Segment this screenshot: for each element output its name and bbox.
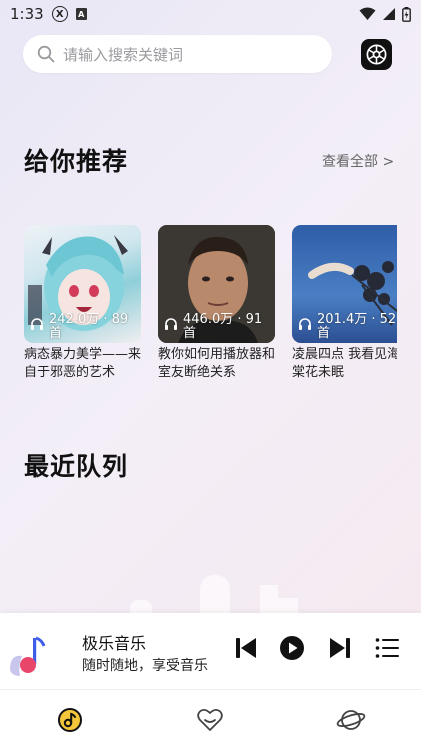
playlist-card[interactable]: 446.0万 · 91首 教你如何用播放器和室友断绝关系	[158, 225, 275, 380]
tab-music[interactable]	[55, 705, 85, 735]
settings-icon	[366, 44, 387, 65]
battery-icon	[402, 6, 411, 22]
playlist-title: 凌晨四点 我看见海棠花未眠	[292, 347, 397, 380]
playlist-button[interactable]	[374, 635, 400, 661]
playlist-title: 病态暴力美学——来自于邪恶的艺术	[24, 347, 141, 380]
skip-previous-icon	[236, 638, 256, 658]
playlist-icon	[375, 638, 399, 658]
playlist-stat: 242.0万 · 89首	[30, 313, 137, 341]
recent-queue-title: 最近队列	[24, 452, 129, 481]
player-subtitle: 随时随地，享受音乐	[82, 658, 208, 674]
background-decoration	[260, 585, 278, 613]
signal-icon	[383, 8, 395, 20]
headphones-icon	[299, 318, 311, 330]
wifi-icon	[359, 7, 376, 20]
play-button[interactable]	[279, 635, 305, 661]
playlist-cover: 242.0万 · 89首	[24, 225, 141, 343]
music-disc-icon	[58, 708, 82, 732]
x-app-icon: X	[51, 6, 68, 22]
a-app-icon: A	[75, 8, 87, 20]
play-icon	[280, 636, 304, 660]
playlist-cover: 201.4万 · 52首	[292, 225, 397, 343]
settings-button[interactable]	[361, 39, 392, 70]
background-decoration	[130, 600, 152, 613]
playlist-cover: 446.0万 · 91首	[158, 225, 275, 343]
search-input[interactable]: 请输入搜索关键词	[23, 35, 332, 73]
playlist-card[interactable]: 201.4万 · 52首 凌晨四点 我看见海棠花未眠	[292, 225, 397, 380]
app-logo-icon	[10, 636, 46, 676]
playlist-stat: 446.0万 · 91首	[164, 313, 271, 341]
playlist-card[interactable]: 242.0万 · 89首 病态暴力美学——来自于邪恶的艺术	[24, 225, 141, 380]
search-placeholder: 请输入搜索关键词	[63, 45, 184, 64]
previous-button[interactable]	[233, 635, 259, 661]
mini-player[interactable]: 极乐音乐 随时随地，享受音乐	[0, 613, 421, 689]
recommend-title: 给你推荐	[24, 147, 129, 176]
planet-icon	[336, 710, 366, 730]
search-icon	[37, 45, 55, 63]
next-button[interactable]	[327, 635, 353, 661]
bottom-tab-bar	[0, 689, 421, 750]
heart-icon	[197, 708, 223, 731]
player-title: 极乐音乐	[82, 634, 147, 653]
tab-discover[interactable]	[336, 705, 366, 735]
tab-favorite[interactable]	[195, 705, 225, 735]
status-bar: 1:33 X A	[0, 0, 421, 28]
background-decoration	[278, 598, 298, 613]
recommend-playlists: 242.0万 · 89首 病态暴力美学——来自于邪恶的艺术 446.0万 · 9…	[24, 225, 397, 385]
background-decoration	[200, 575, 230, 613]
playlist-title: 教你如何用播放器和室友断绝关系	[158, 347, 275, 380]
headphones-icon	[165, 318, 177, 330]
headphones-icon	[31, 318, 43, 330]
status-time: 1:33	[10, 5, 44, 23]
see-all-link[interactable]: 查看全部 >	[322, 151, 394, 171]
skip-next-icon	[330, 638, 350, 658]
playlist-stat: 201.4万 · 52首	[298, 313, 397, 341]
